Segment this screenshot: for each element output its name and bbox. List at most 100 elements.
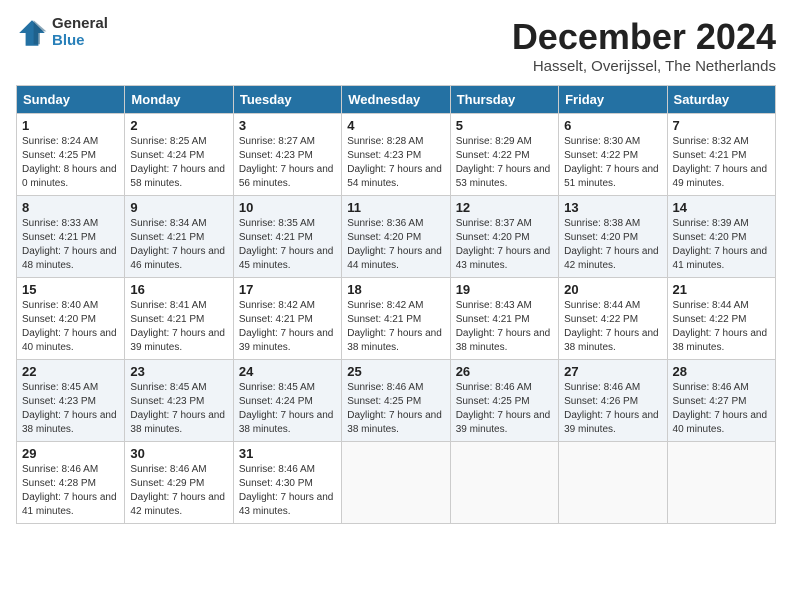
day-number: 28 xyxy=(673,364,770,379)
empty-cell xyxy=(559,442,667,524)
day-number: 25 xyxy=(347,364,444,379)
day-number: 1 xyxy=(22,118,119,133)
day-cell-27: 27 Sunrise: 8:46 AMSunset: 4:26 PMDayligh… xyxy=(559,360,667,442)
day-info: Sunrise: 8:44 AMSunset: 4:22 PMDaylight:… xyxy=(673,299,770,355)
day-cell-13: 13 Sunrise: 8:38 AMSunset: 4:20 PMDayligh… xyxy=(559,196,667,278)
day-number: 4 xyxy=(347,118,444,133)
day-info: Sunrise: 8:28 AMSunset: 4:23 PMDaylight:… xyxy=(347,135,444,191)
day-info: Sunrise: 8:46 AMSunset: 4:25 PMDaylight:… xyxy=(347,381,444,437)
calendar-row-4: 22Sunrise: 8:45 AMSunset: 4:23 PMDayligh… xyxy=(17,360,776,442)
day-cell-21: 21Sunrise: 8:44 AMSunset: 4:22 PMDayligh… xyxy=(667,278,775,360)
day-cell-17: 17 Sunrise: 8:42 AMSunset: 4:21 PMDayligh… xyxy=(233,278,341,360)
day-info: Sunrise: 8:46 AMSunset: 4:26 PMDaylight:… xyxy=(564,381,661,437)
day-info: Sunrise: 8:46 AMSunset: 4:30 PMDaylight:… xyxy=(239,463,336,519)
title-block: December 2024 Hasselt, Overijssel, The N… xyxy=(512,16,776,75)
day-cell-5: 5Sunrise: 8:29 AMSunset: 4:22 PMDaylight… xyxy=(450,114,558,196)
day-cell-4: 4 Sunrise: 8:28 AMSunset: 4:23 PMDaylight… xyxy=(342,114,450,196)
logo: General Blue xyxy=(16,16,108,49)
day-info: Sunrise: 8:34 AMSunset: 4:21 PMDaylight:… xyxy=(130,217,227,273)
calendar-row-5: 29Sunrise: 8:46 AMSunset: 4:28 PMDayligh… xyxy=(17,442,776,524)
calendar-row-1: 1 Sunrise: 8:24 AMSunset: 4:25 PMDaylight… xyxy=(17,114,776,196)
day-cell-28: 28Sunrise: 8:46 AMSunset: 4:27 PMDayligh… xyxy=(667,360,775,442)
col-header-monday: Monday xyxy=(125,86,233,114)
day-info: Sunrise: 8:37 AMSunset: 4:20 PMDaylight:… xyxy=(456,217,553,273)
day-cell-26: 26 Sunrise: 8:46 AMSunset: 4:25 PMDayligh… xyxy=(450,360,558,442)
day-info: Sunrise: 8:36 AMSunset: 4:20 PMDaylight:… xyxy=(347,217,444,273)
day-cell-2: 2Sunrise: 8:25 AMSunset: 4:24 PMDaylight… xyxy=(125,114,233,196)
day-info: Sunrise: 8:24 AMSunset: 4:25 PMDaylight:… xyxy=(22,135,119,191)
day-cell-10: 10Sunrise: 8:35 AMSunset: 4:21 PMDayligh… xyxy=(233,196,341,278)
day-info: Sunrise: 8:46 AMSunset: 4:25 PMDaylight:… xyxy=(456,381,553,437)
day-cell-30: 30 Sunrise: 8:46 AMSunset: 4:29 PMDayligh… xyxy=(125,442,233,524)
title-month: December 2024 xyxy=(512,16,776,58)
day-info: Sunrise: 8:46 AMSunset: 4:29 PMDaylight:… xyxy=(130,463,227,519)
day-info: Sunrise: 8:29 AMSunset: 4:22 PMDaylight:… xyxy=(456,135,553,191)
day-info: Sunrise: 8:38 AMSunset: 4:20 PMDaylight:… xyxy=(564,217,661,273)
day-cell-1: 1 Sunrise: 8:24 AMSunset: 4:25 PMDaylight… xyxy=(17,114,125,196)
day-number: 26 xyxy=(456,364,553,379)
day-cell-9: 9 Sunrise: 8:34 AMSunset: 4:21 PMDaylight… xyxy=(125,196,233,278)
day-number: 12 xyxy=(456,200,553,215)
day-number: 17 xyxy=(239,282,336,297)
day-number: 6 xyxy=(564,118,661,133)
day-number: 19 xyxy=(456,282,553,297)
day-number: 16 xyxy=(130,282,227,297)
day-cell-31: 31 Sunrise: 8:46 AMSunset: 4:30 PMDayligh… xyxy=(233,442,341,524)
calendar-row-2: 8 Sunrise: 8:33 AMSunset: 4:21 PMDaylight… xyxy=(17,196,776,278)
day-cell-24: 24 Sunrise: 8:45 AMSunset: 4:24 PMDayligh… xyxy=(233,360,341,442)
day-cell-25: 25 Sunrise: 8:46 AMSunset: 4:25 PMDayligh… xyxy=(342,360,450,442)
day-cell-18: 18Sunrise: 8:42 AMSunset: 4:21 PMDayligh… xyxy=(342,278,450,360)
day-cell-3: 3Sunrise: 8:27 AMSunset: 4:23 PMDaylight… xyxy=(233,114,341,196)
day-number: 15 xyxy=(22,282,119,297)
col-header-sunday: Sunday xyxy=(17,86,125,114)
empty-cell xyxy=(450,442,558,524)
empty-cell xyxy=(667,442,775,524)
col-header-tuesday: Tuesday xyxy=(233,86,341,114)
empty-cell xyxy=(342,442,450,524)
title-location: Hasselt, Overijssel, The Netherlands xyxy=(512,58,776,75)
col-header-wednesday: Wednesday xyxy=(342,86,450,114)
day-number: 20 xyxy=(564,282,661,297)
day-cell-7: 7 Sunrise: 8:32 AMSunset: 4:21 PMDaylight… xyxy=(667,114,775,196)
day-info: Sunrise: 8:45 AMSunset: 4:24 PMDaylight:… xyxy=(239,381,336,437)
day-info: Sunrise: 8:27 AMSunset: 4:23 PMDaylight:… xyxy=(239,135,336,191)
day-number: 10 xyxy=(239,200,336,215)
day-info: Sunrise: 8:32 AMSunset: 4:21 PMDaylight:… xyxy=(673,135,770,191)
day-number: 30 xyxy=(130,446,227,461)
day-cell-14: 14Sunrise: 8:39 AMSunset: 4:20 PMDayligh… xyxy=(667,196,775,278)
calendar-table: SundayMondayTuesdayWednesdayThursdayFrid… xyxy=(16,85,776,524)
day-number: 27 xyxy=(564,364,661,379)
day-number: 13 xyxy=(564,200,661,215)
day-number: 24 xyxy=(239,364,336,379)
day-number: 31 xyxy=(239,446,336,461)
calendar-row-3: 15 Sunrise: 8:40 AMSunset: 4:20 PMDayligh… xyxy=(17,278,776,360)
calendar-header-row: SundayMondayTuesdayWednesdayThursdayFrid… xyxy=(17,86,776,114)
day-info: Sunrise: 8:44 AMSunset: 4:22 PMDaylight:… xyxy=(564,299,661,355)
day-number: 11 xyxy=(347,200,444,215)
col-header-friday: Friday xyxy=(559,86,667,114)
logo-text: General Blue xyxy=(52,16,108,49)
day-info: Sunrise: 8:30 AMSunset: 4:22 PMDaylight:… xyxy=(564,135,661,191)
day-info: Sunrise: 8:33 AMSunset: 4:21 PMDaylight:… xyxy=(22,217,119,273)
day-number: 2 xyxy=(130,118,227,133)
day-number: 8 xyxy=(22,200,119,215)
day-cell-23: 23Sunrise: 8:45 AMSunset: 4:23 PMDayligh… xyxy=(125,360,233,442)
day-info: Sunrise: 8:46 AMSunset: 4:28 PMDaylight:… xyxy=(22,463,119,519)
day-cell-11: 11 Sunrise: 8:36 AMSunset: 4:20 PMDayligh… xyxy=(342,196,450,278)
day-info: Sunrise: 8:42 AMSunset: 4:21 PMDaylight:… xyxy=(239,299,336,355)
day-info: Sunrise: 8:43 AMSunset: 4:21 PMDaylight:… xyxy=(456,299,553,355)
logo-general: General xyxy=(52,16,108,33)
day-cell-12: 12 Sunrise: 8:37 AMSunset: 4:20 PMDayligh… xyxy=(450,196,558,278)
day-info: Sunrise: 8:39 AMSunset: 4:20 PMDaylight:… xyxy=(673,217,770,273)
logo-blue: Blue xyxy=(52,33,108,50)
day-info: Sunrise: 8:41 AMSunset: 4:21 PMDaylight:… xyxy=(130,299,227,355)
col-header-thursday: Thursday xyxy=(450,86,558,114)
day-info: Sunrise: 8:40 AMSunset: 4:20 PMDaylight:… xyxy=(22,299,119,355)
day-cell-20: 20 Sunrise: 8:44 AMSunset: 4:22 PMDayligh… xyxy=(559,278,667,360)
day-info: Sunrise: 8:45 AMSunset: 4:23 PMDaylight:… xyxy=(22,381,119,437)
day-cell-19: 19 Sunrise: 8:43 AMSunset: 4:21 PMDayligh… xyxy=(450,278,558,360)
day-cell-15: 15 Sunrise: 8:40 AMSunset: 4:20 PMDayligh… xyxy=(17,278,125,360)
day-number: 7 xyxy=(673,118,770,133)
day-cell-22: 22Sunrise: 8:45 AMSunset: 4:23 PMDayligh… xyxy=(17,360,125,442)
day-number: 9 xyxy=(130,200,227,215)
